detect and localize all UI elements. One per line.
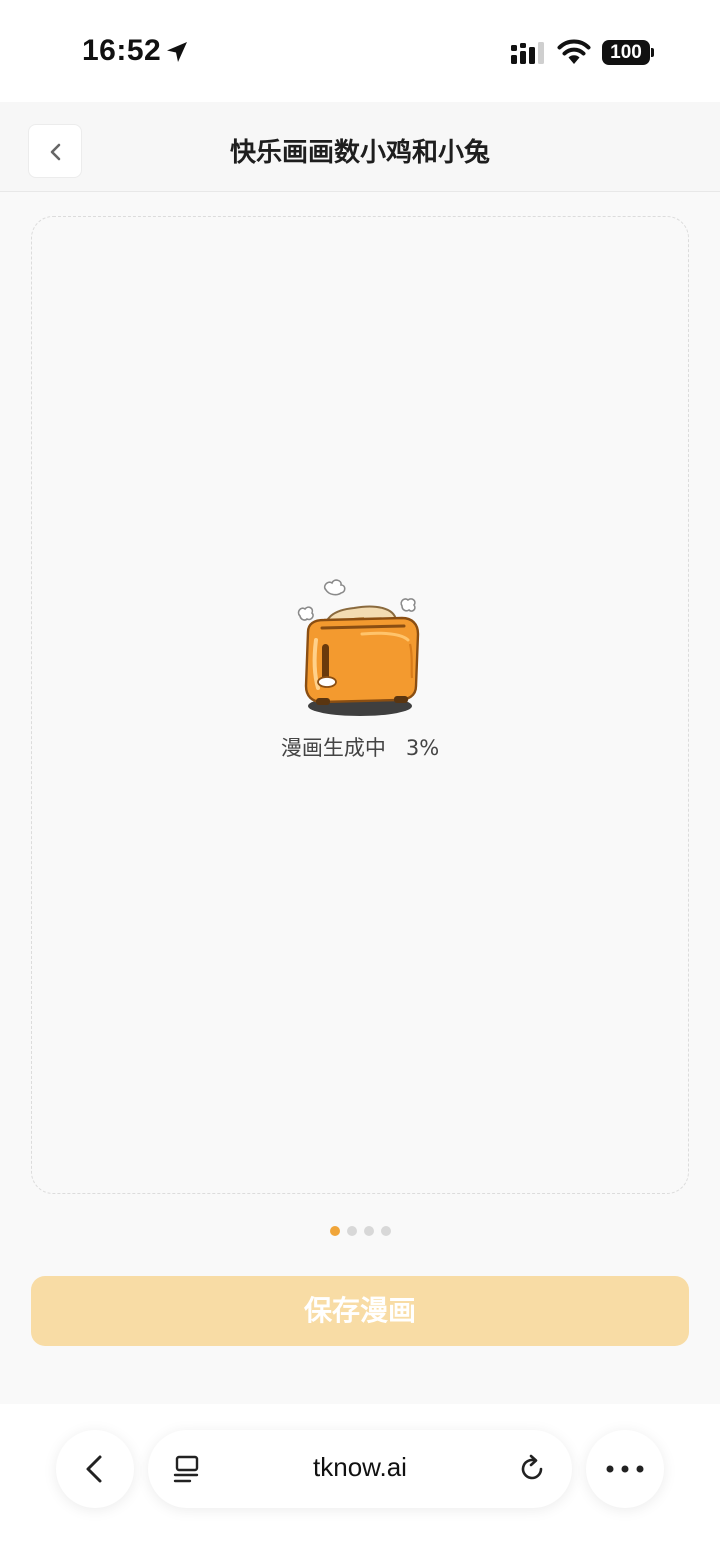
battery-indicator: 100 xyxy=(602,40,650,65)
page-dot-1[interactable] xyxy=(330,1226,340,1236)
url-text[interactable]: tknow.ai xyxy=(148,1452,572,1483)
toaster-icon xyxy=(297,579,420,716)
generation-progress: 漫画生成中 3% xyxy=(0,732,720,762)
browser-toolbar: tknow.ai xyxy=(0,1404,720,1564)
page-title: 快乐画画数小鸡和小兔 xyxy=(229,138,490,168)
status-time: 16:52 xyxy=(82,34,162,67)
chevron-left-icon xyxy=(86,1455,102,1483)
page-dot-4[interactable] xyxy=(381,1226,391,1236)
page-indicator xyxy=(330,1226,391,1236)
cellular-signal-icon xyxy=(511,42,544,64)
battery-tip xyxy=(651,48,654,57)
app-header: 快乐画画数小鸡和小兔 xyxy=(0,102,720,192)
save-comic-button[interactable]: 保存漫画 xyxy=(31,1276,689,1346)
page-dot-2[interactable] xyxy=(347,1226,357,1236)
reload-icon[interactable] xyxy=(518,1454,548,1484)
status-bar: 16:52 100 xyxy=(0,0,720,102)
location-arrow-icon xyxy=(167,42,187,62)
browser-back-button[interactable] xyxy=(56,1430,134,1508)
more-options-button[interactable] xyxy=(586,1430,664,1508)
wifi-icon xyxy=(557,39,591,64)
address-bar[interactable]: tknow.ai xyxy=(148,1430,572,1508)
page-dot-3[interactable] xyxy=(364,1226,374,1236)
progress-percent: 3% xyxy=(405,736,440,760)
progress-label: 漫画生成中 xyxy=(280,736,386,760)
more-dots-icon xyxy=(606,1465,644,1473)
